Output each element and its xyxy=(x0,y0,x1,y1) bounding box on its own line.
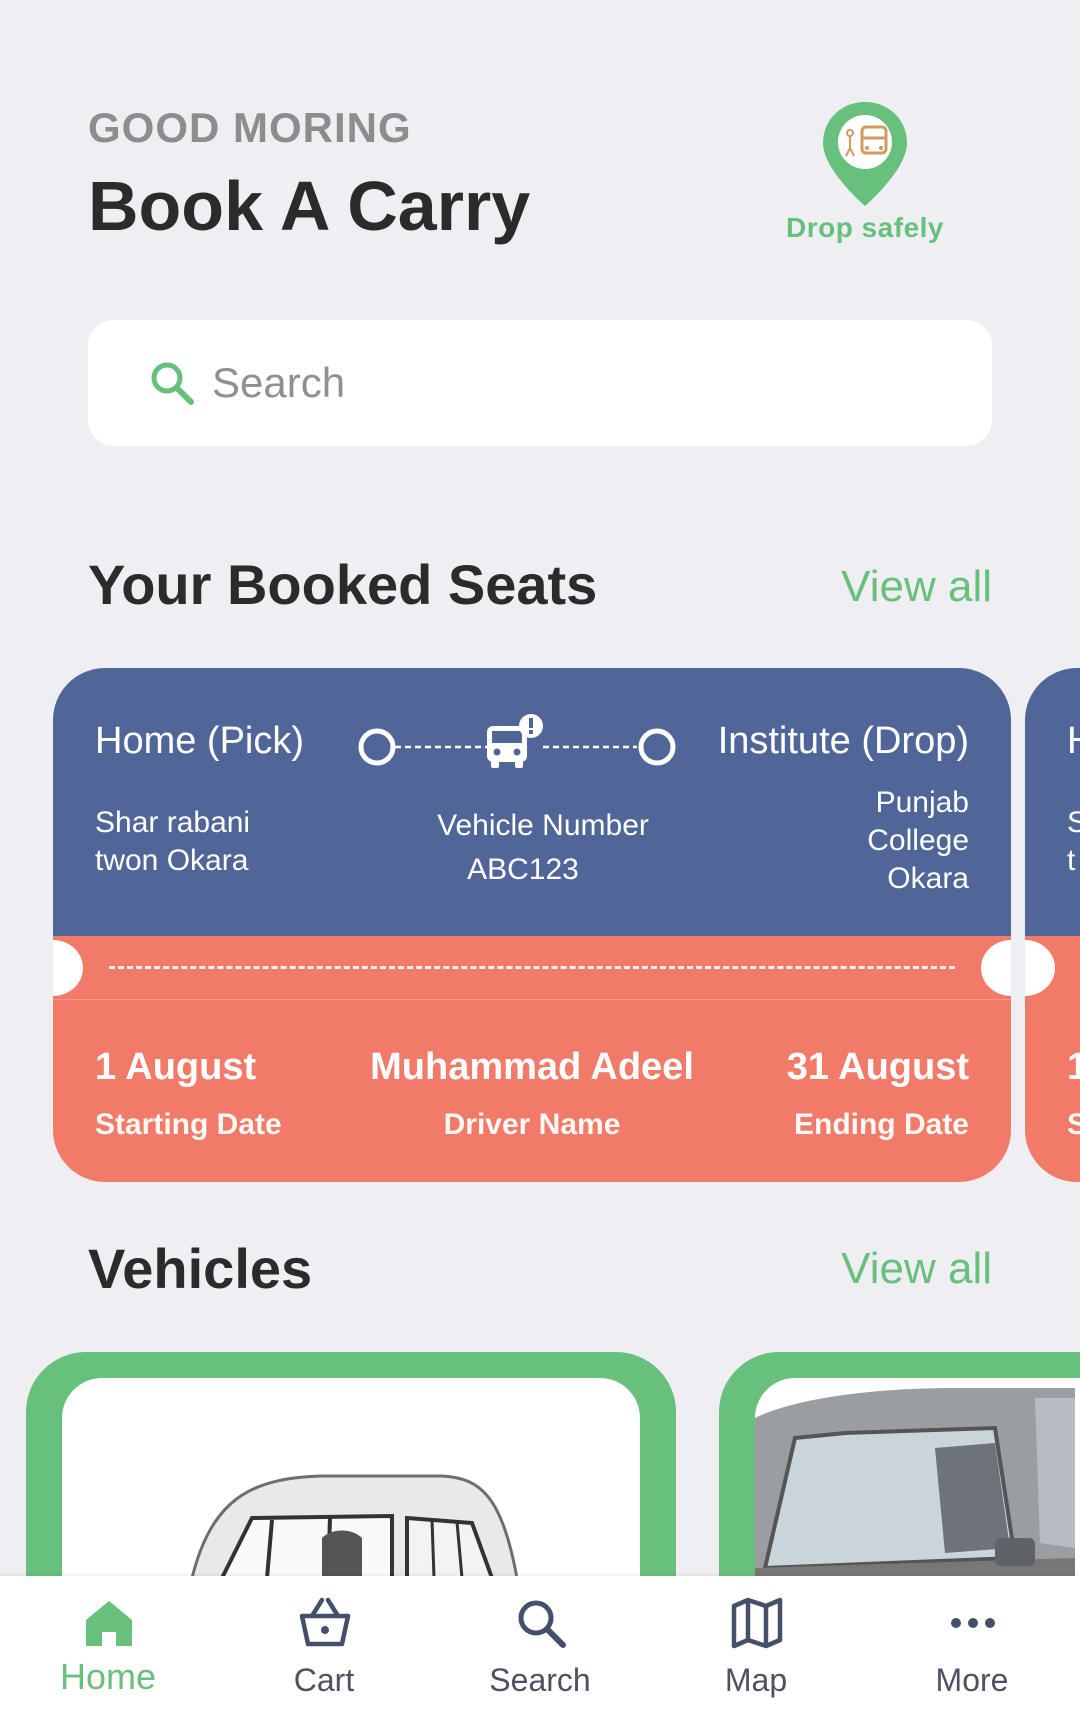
booking-details-section: 1 S xyxy=(1025,936,1080,1182)
pick-address: Shar rabani twon Okara xyxy=(95,804,395,880)
search-icon xyxy=(151,362,194,405)
nav-label: Cart xyxy=(293,1662,355,1698)
ticket-tear-line xyxy=(109,966,955,969)
end-date-label: Ending Date xyxy=(793,1108,969,1141)
greeting-text: GOOD MORING xyxy=(88,104,412,151)
nav-label: Home xyxy=(59,1656,157,1697)
search-icon xyxy=(518,1600,566,1648)
pick-address-line: twon Okara xyxy=(95,844,249,877)
pick-address: S t xyxy=(1067,804,1080,880)
search-bar[interactable] xyxy=(88,320,992,446)
nav-map[interactable]: Map xyxy=(648,1576,864,1716)
vehicle-number-label: Vehicle Number xyxy=(437,809,649,842)
booked-seats-title: Your Booked Seats xyxy=(88,553,598,616)
home-icon xyxy=(86,1601,132,1646)
ticket-notch xyxy=(1025,940,1055,996)
home-screen: GOOD MORING Book A Carry Drop safely You… xyxy=(0,0,1080,1716)
vehicles-title: Vehicles xyxy=(88,1237,313,1300)
nav-search[interactable]: Search xyxy=(432,1576,648,1716)
more-icon xyxy=(951,1618,995,1628)
nav-label: Map xyxy=(724,1662,788,1698)
ticket-notch xyxy=(981,940,1011,996)
location-pin-icon xyxy=(823,102,907,206)
vehicle-number-block: Vehicle Number ABC123 xyxy=(403,804,683,892)
logo-text: Drop safely xyxy=(786,212,944,243)
app-logo: Drop safely xyxy=(780,100,950,250)
nav-label: Search xyxy=(489,1662,591,1698)
booked-seat-card[interactable]: H S t 1 S xyxy=(1025,668,1080,1182)
start-date-value: 1 xyxy=(1067,1046,1080,1088)
bottom-navigation: Home Cart Search Map More xyxy=(0,1576,1080,1716)
vehicle-number-value: ABC123 xyxy=(467,853,579,886)
map-icon xyxy=(731,1597,783,1649)
nav-more[interactable]: More xyxy=(864,1576,1080,1716)
nav-label: More xyxy=(935,1662,1009,1698)
end-date-value: 31 August xyxy=(786,1046,969,1088)
booking-route-section: H S t xyxy=(1025,668,1080,936)
booking-details-section: 1 August Starting Date Muhammad Adeel Dr… xyxy=(53,936,1011,1182)
search-input[interactable] xyxy=(212,359,912,407)
drop-address-line: Okara xyxy=(887,862,969,895)
pick-address-line: Shar rabani xyxy=(95,806,251,839)
page-title: Book A Carry xyxy=(88,167,531,245)
cart-icon xyxy=(299,1597,351,1647)
nav-cart[interactable]: Cart xyxy=(216,1576,432,1716)
drop-address-line: Punjab xyxy=(875,786,969,819)
divider xyxy=(53,999,1011,1000)
pick-address-line: S xyxy=(1067,806,1080,839)
bus-alert-icon xyxy=(487,714,543,768)
drop-label: Institute (Drop) xyxy=(717,720,969,762)
vehicles-view-all-link[interactable]: View all xyxy=(841,1244,992,1294)
pick-label: H xyxy=(1067,720,1080,763)
drop-address: Punjab College Okara xyxy=(729,784,969,898)
ticket-notch xyxy=(53,940,83,996)
pick-label: Home (Pick) xyxy=(95,720,305,762)
booking-route-section: Home (Pick) Institute (Drop) Shar rabani… xyxy=(53,668,1011,936)
booked-seat-card[interactable]: Home (Pick) Institute (Drop) Shar rabani… xyxy=(53,668,1011,1182)
start-date-label: S xyxy=(1067,1108,1080,1141)
drop-address-line: College xyxy=(867,824,969,857)
nav-home[interactable]: Home xyxy=(0,1576,216,1716)
pick-address-line: t xyxy=(1067,844,1076,877)
booked-seats-view-all-link[interactable]: View all xyxy=(841,562,992,612)
